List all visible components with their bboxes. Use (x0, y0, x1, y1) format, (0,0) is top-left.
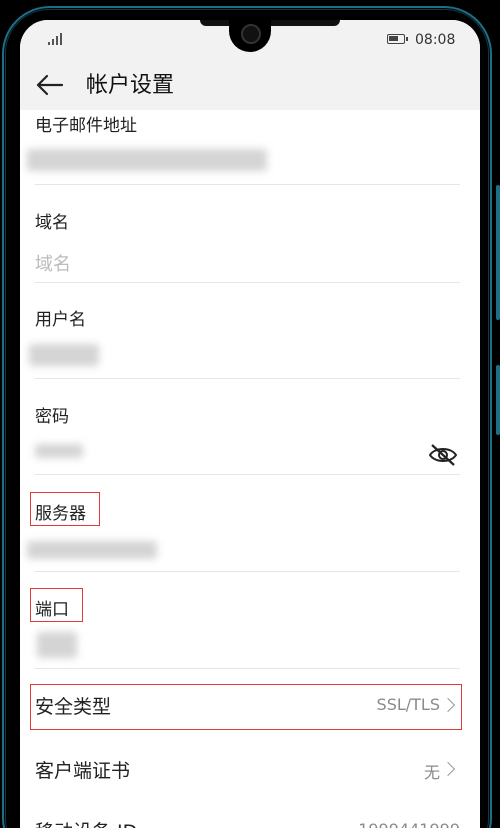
signal-icon (48, 33, 64, 45)
status-time: 08:08 (415, 32, 456, 48)
username-field[interactable] (29, 340, 460, 370)
security-type-label: 安全类型 (35, 696, 112, 718)
app-bar: 帐户设置 (20, 60, 480, 110)
chevron-right-icon (440, 697, 456, 713)
device-id-row[interactable]: 移动设备 ID ...1999441999 (20, 805, 480, 828)
divider (35, 184, 460, 185)
server-value-redacted (27, 541, 157, 559)
username-value-redacted (29, 344, 99, 366)
chevron-right-icon (440, 761, 456, 777)
divider (35, 668, 460, 669)
divider (35, 474, 460, 475)
device-id-label: 移动设备 ID (35, 817, 137, 828)
client-cert-label: 客户端证书 (35, 760, 131, 782)
device-id-value: ...1999441999 (343, 820, 460, 828)
security-type-row[interactable]: 安全类型 SSL/TLS (20, 678, 480, 734)
port-value-redacted (37, 632, 77, 658)
divider (35, 282, 460, 283)
email-label: 电子邮件地址 (35, 116, 137, 136)
power-button (496, 365, 500, 435)
divider (35, 378, 460, 379)
volume-button (496, 185, 500, 320)
domain-field[interactable]: 域名 (35, 250, 71, 276)
back-arrow-icon[interactable] (34, 70, 66, 100)
password-label: 密码 (35, 407, 69, 427)
email-value-redacted (27, 149, 267, 171)
eye-off-icon[interactable] (428, 442, 458, 468)
port-label: 端口 (35, 600, 69, 620)
server-field[interactable] (27, 535, 460, 565)
page-title: 帐户设置 (86, 73, 175, 98)
screen: 08:08 帐户设置 电子邮件地址 域名 域名 用户名 密码 服务器 端口 安全… (20, 20, 480, 828)
domain-label: 域名 (35, 213, 69, 233)
password-field[interactable] (35, 438, 460, 468)
port-field[interactable] (35, 630, 460, 660)
client-cert-row[interactable]: 客户端证书 无 (20, 742, 480, 798)
password-value-redacted (35, 444, 83, 458)
email-field[interactable] (27, 145, 460, 175)
security-type-value: SSL/TLS (376, 695, 440, 714)
battery-icon (387, 34, 408, 44)
phone-frame: 08:08 帐户设置 电子邮件地址 域名 域名 用户名 密码 服务器 端口 安全… (0, 0, 500, 828)
divider (35, 571, 460, 572)
client-cert-value: 无 (423, 763, 440, 782)
username-label: 用户名 (35, 310, 86, 330)
server-label: 服务器 (35, 504, 86, 524)
